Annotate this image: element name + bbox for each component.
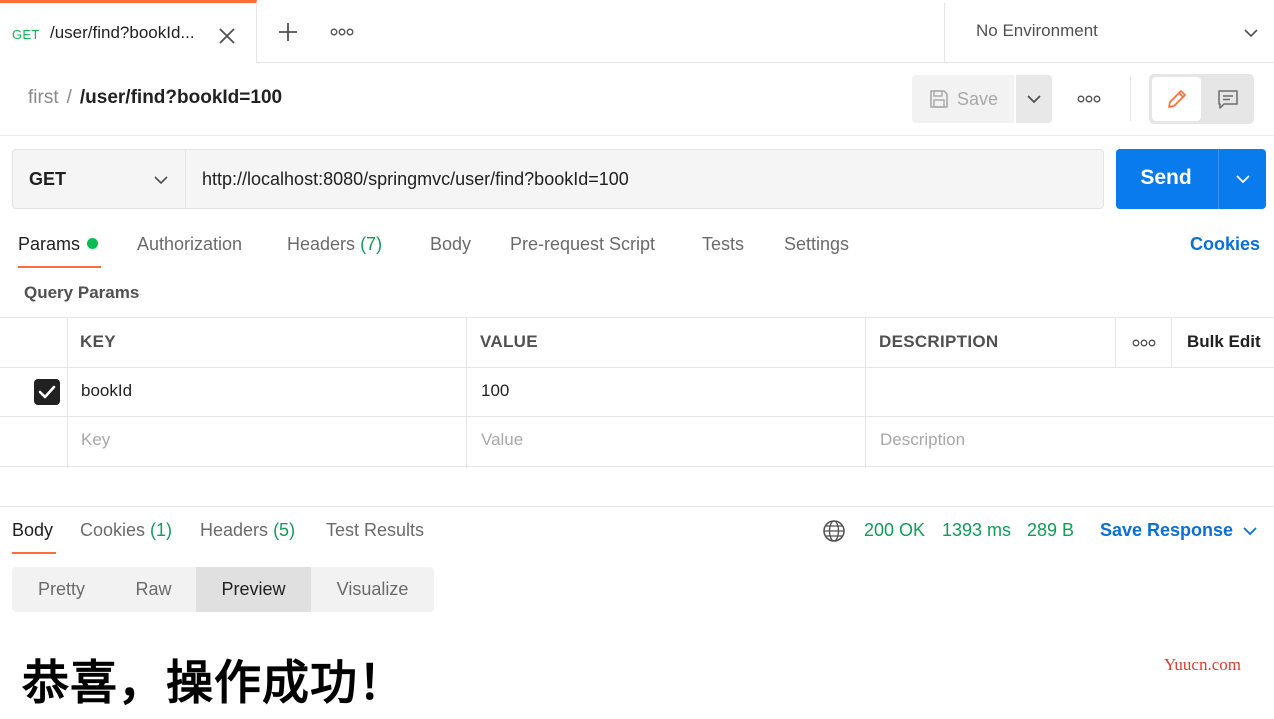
param-enabled-checkbox[interactable] xyxy=(34,379,60,405)
table-header-row: KEY VALUE DESCRIPTION Bulk Edit xyxy=(0,318,1274,368)
view-pretty[interactable]: Pretty xyxy=(12,567,111,612)
save-icon xyxy=(930,90,948,108)
response-tab-body[interactable]: Body xyxy=(12,520,53,541)
method-value: GET xyxy=(29,169,67,189)
globe-icon[interactable] xyxy=(822,519,846,543)
view-preview[interactable]: Preview xyxy=(196,567,311,612)
save-response-button[interactable]: Save Response xyxy=(1100,520,1233,541)
documentation-button[interactable] xyxy=(1205,77,1251,121)
response-headers-count: (5) xyxy=(273,520,296,540)
send-options-button[interactable] xyxy=(1218,149,1266,209)
watermark: Yuucn.com xyxy=(1164,655,1241,674)
chevron-down-icon[interactable] xyxy=(1242,523,1258,539)
tab-method: GET xyxy=(12,27,40,42)
chevron-down-icon xyxy=(1236,175,1250,184)
more-icon[interactable] xyxy=(1132,338,1156,348)
column-divider xyxy=(1115,318,1116,368)
param-key-cell[interactable]: bookId xyxy=(81,381,132,401)
tab-settings[interactable]: Settings xyxy=(784,234,849,255)
response-tab-cookies[interactable]: Cookies (1) xyxy=(80,520,172,541)
cookies-link[interactable]: Cookies xyxy=(1190,234,1260,255)
tab-params-label: Params xyxy=(18,234,81,254)
column-header-key: KEY xyxy=(80,332,116,351)
headers-count: (7) xyxy=(360,234,383,254)
breadcrumb: first / /user/find?bookId=100 xyxy=(28,87,282,109)
view-raw[interactable]: Raw xyxy=(111,567,196,612)
tab-prerequest-script[interactable]: Pre-request Script xyxy=(510,234,655,255)
response-size[interactable]: 289 B xyxy=(1027,520,1074,541)
chevron-down-icon xyxy=(1027,95,1041,104)
response-tab-test-results[interactable]: Test Results xyxy=(326,520,424,541)
new-key-input[interactable]: Key xyxy=(81,430,110,450)
column-divider xyxy=(466,318,467,468)
url-input[interactable]: http://localhost:8080/springmvc/user/fin… xyxy=(186,149,1104,209)
environment-select[interactable]: No Environment xyxy=(944,3,1274,63)
checkmark-icon xyxy=(38,385,56,399)
breadcrumb-collection[interactable]: first xyxy=(28,87,59,108)
response-view-selector: Pretty Raw Preview Visualize xyxy=(12,567,434,612)
table-row: bookId 100 xyxy=(0,368,1274,417)
view-visualize[interactable]: Visualize xyxy=(311,567,434,612)
edit-mode-button[interactable] xyxy=(1152,77,1201,121)
divider xyxy=(1130,77,1131,121)
chevron-down-icon xyxy=(1244,29,1258,38)
breadcrumb-separator: / xyxy=(66,87,72,108)
response-tab-headers[interactable]: Headers (5) xyxy=(200,520,295,541)
tab-headers[interactable]: Headers (7) xyxy=(287,234,382,255)
status-code[interactable]: 200 OK xyxy=(864,520,925,541)
tab-authorization[interactable]: Authorization xyxy=(137,234,242,255)
plus-icon[interactable] xyxy=(276,20,300,44)
tab-title: /user/find?bookId... xyxy=(50,23,195,42)
request-header: first / /user/find?bookId=100 Save xyxy=(0,64,1274,136)
column-divider xyxy=(67,318,68,468)
pencil-icon xyxy=(1168,90,1186,108)
send-button[interactable]: Send xyxy=(1116,149,1218,209)
save-button[interactable]: Save xyxy=(912,75,1014,123)
active-response-tab-indicator xyxy=(12,552,56,554)
params-active-dot xyxy=(87,238,99,249)
tab-headers-label: Headers xyxy=(287,234,356,254)
request-tab[interactable]: GET /user/find?bookId... xyxy=(0,0,257,63)
tab-params[interactable]: Params xyxy=(18,234,99,255)
comment-icon xyxy=(1218,90,1238,109)
active-tab-indicator xyxy=(18,266,101,268)
chevron-down-icon xyxy=(154,176,168,185)
send-label: Send xyxy=(1140,166,1192,189)
more-icon[interactable] xyxy=(330,27,354,37)
tab-tests[interactable]: Tests xyxy=(702,234,744,255)
url-value: http://localhost:8080/springmvc/user/fin… xyxy=(202,169,629,189)
tab-body[interactable]: Body xyxy=(430,234,471,255)
method-select[interactable]: GET xyxy=(12,149,186,209)
save-options-button[interactable] xyxy=(1016,75,1052,123)
column-header-description: DESCRIPTION xyxy=(879,332,999,351)
column-divider xyxy=(865,318,866,468)
response-divider[interactable] xyxy=(0,506,1274,507)
tab-bar: GET /user/find?bookId... No Environment xyxy=(0,0,1274,63)
table-row-new: Key Value Description xyxy=(0,417,1274,467)
response-cookies-count: (1) xyxy=(150,520,173,540)
query-params-table: KEY VALUE DESCRIPTION Bulk Edit bookId 1… xyxy=(0,317,1274,468)
response-cookies-label: Cookies xyxy=(80,520,146,540)
save-label: Save xyxy=(957,89,999,109)
new-value-input[interactable]: Value xyxy=(481,430,523,450)
query-params-title: Query Params xyxy=(24,283,140,302)
column-divider xyxy=(1171,318,1172,368)
param-value-cell[interactable]: 100 xyxy=(481,381,509,401)
bulk-edit-button[interactable]: Bulk Edit xyxy=(1187,332,1261,352)
view-mode-toggle xyxy=(1149,74,1254,124)
close-icon[interactable] xyxy=(216,25,238,47)
response-headers-label: Headers xyxy=(200,520,269,540)
breadcrumb-request-name[interactable]: /user/find?bookId=100 xyxy=(80,87,282,108)
column-header-value: VALUE xyxy=(480,332,538,351)
response-time[interactable]: 1393 ms xyxy=(942,520,1011,541)
environment-label: No Environment xyxy=(976,21,1098,40)
more-icon[interactable] xyxy=(1077,94,1101,104)
response-preview-content: 恭喜，操作成功！ xyxy=(22,656,406,711)
new-description-input[interactable]: Description xyxy=(880,430,965,450)
